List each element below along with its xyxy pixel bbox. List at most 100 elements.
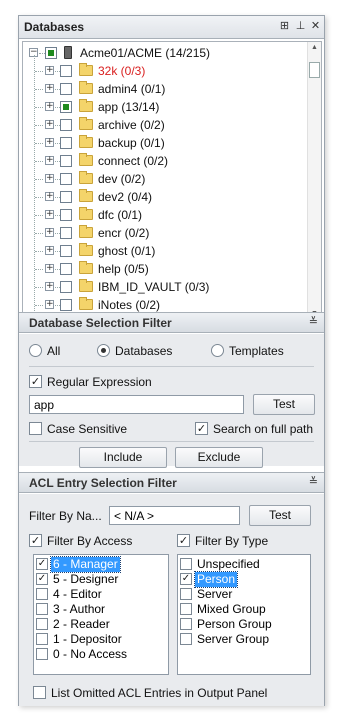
tree-item[interactable]: +32k (0/3): [23, 62, 313, 80]
access-item-checkbox[interactable]: ✓: [36, 558, 48, 570]
tree-root-label: Acme01/ACME (14/215): [80, 46, 211, 60]
float-window-icon[interactable]: ⊞: [278, 20, 291, 33]
access-item-label: 0 - No Access: [53, 647, 128, 661]
access-listbox[interactable]: ✓ 6 - Manager ✓ 5 - Designer 4 - Editor 3 - A…: [33, 554, 169, 675]
divider: [29, 441, 314, 442]
collapse-chevron-icon[interactable]: ≚: [309, 475, 318, 488]
expand-icon[interactable]: +: [45, 138, 54, 147]
expand-icon[interactable]: +: [45, 282, 54, 291]
pin-icon[interactable]: ⊥: [294, 20, 307, 33]
filter-by-access-checkbox[interactable]: ✓: [29, 534, 42, 547]
include-button[interactable]: Include: [79, 447, 167, 468]
acl-test-button[interactable]: Test: [249, 505, 311, 526]
type-item-label: Person Group: [197, 617, 272, 631]
tree-item[interactable]: + ghost (0/1): [23, 242, 313, 260]
tree-item[interactable]: + help (0/5): [23, 260, 313, 278]
expand-icon[interactable]: +: [45, 192, 54, 201]
access-item-label: 5 - Designer: [53, 572, 119, 586]
tree-item-checkbox[interactable]: [60, 101, 72, 113]
list-omitted-checkbox[interactable]: [33, 686, 46, 699]
tree-item-checkbox[interactable]: [60, 65, 72, 77]
expand-icon[interactable]: +: [45, 120, 54, 129]
regex-input[interactable]: app: [29, 395, 244, 414]
filter-by-name-input[interactable]: < N/A >: [109, 506, 240, 525]
full-path-checkbox[interactable]: ✓: [195, 422, 208, 435]
panel-titlebar: Databases ⊞ ⊥ ✕: [19, 16, 324, 39]
tree-item-checkbox[interactable]: [60, 227, 72, 239]
tree-item-checkbox[interactable]: [60, 299, 72, 311]
access-item-checkbox[interactable]: [36, 648, 48, 660]
access-item-checkbox[interactable]: [36, 588, 48, 600]
exclude-button[interactable]: Exclude: [175, 447, 263, 468]
tree-item-checkbox[interactable]: [60, 155, 72, 167]
tree-item-checkbox[interactable]: [60, 263, 72, 275]
tree-item-checkbox[interactable]: [60, 245, 72, 257]
tree-item[interactable]: + dev2 (0/4): [23, 188, 313, 206]
tree-item[interactable]: + backup (0/1): [23, 134, 313, 152]
regex-test-button[interactable]: Test: [253, 394, 315, 415]
folder-icon: [79, 243, 93, 256]
database-tree[interactable]: − Acme01/ACME (14/215) +32k (0/3) + admin4…: [22, 41, 322, 325]
tree-item[interactable]: + encr (0/2): [23, 224, 313, 242]
panel-title: Databases: [24, 20, 85, 34]
access-item-checkbox[interactable]: [36, 618, 48, 630]
expand-icon[interactable]: +: [45, 300, 54, 309]
regex-label: Regular Expression: [47, 375, 152, 389]
tree-item-label: admin4 (0/1): [98, 82, 166, 96]
tree-item[interactable]: + dev (0/2): [23, 170, 313, 188]
expand-icon[interactable]: +: [45, 228, 54, 237]
acl-filter-header[interactable]: ACL Entry Selection Filter ≚: [19, 472, 324, 493]
tree-item-checkbox[interactable]: [60, 119, 72, 131]
tree-item[interactable]: + IBM_ID_VAULT (0/3): [23, 278, 313, 296]
access-item-checkbox[interactable]: ✓: [36, 573, 48, 585]
tree-item[interactable]: + dfc (0/1): [23, 206, 313, 224]
expand-icon[interactable]: +: [45, 264, 54, 273]
tree-item[interactable]: + archive (0/2): [23, 116, 313, 134]
scroll-up-icon[interactable]: ▲: [308, 44, 321, 56]
tree-item[interactable]: + admin4 (0/1): [23, 80, 313, 98]
access-item-checkbox[interactable]: [36, 633, 48, 645]
tree-root-row[interactable]: − Acme01/ACME (14/215): [23, 44, 313, 62]
tree-item-checkbox[interactable]: [60, 173, 72, 185]
tree-item-checkbox[interactable]: [60, 83, 72, 95]
expand-icon[interactable]: +: [45, 66, 54, 75]
tree-scrollbar[interactable]: ▲ ▼: [307, 42, 321, 324]
tree-item[interactable]: + app (13/14): [23, 98, 313, 116]
radio-all[interactable]: [29, 344, 42, 357]
collapse-chevron-icon[interactable]: ≚: [309, 315, 318, 328]
type-item-checkbox[interactable]: [180, 588, 192, 600]
partial-check-indicator: [48, 50, 54, 56]
filter-by-name-label: Filter By Na...: [29, 509, 102, 523]
scroll-thumb[interactable]: [309, 62, 320, 78]
tree-item-checkbox[interactable]: [60, 209, 72, 221]
db-filter-header[interactable]: Database Selection Filter ≚: [19, 312, 324, 333]
tree-item-checkbox[interactable]: [60, 191, 72, 203]
close-icon[interactable]: ✕: [309, 20, 322, 33]
case-sensitive-label: Case Sensitive: [47, 422, 128, 436]
type-item-checkbox[interactable]: [180, 558, 192, 570]
type-item-checkbox[interactable]: ✓: [180, 573, 192, 585]
tree-item-checkbox[interactable]: [60, 281, 72, 293]
tree-item[interactable]: + connect (0/2): [23, 152, 313, 170]
tree-item-checkbox[interactable]: [60, 137, 72, 149]
expand-icon[interactable]: +: [45, 174, 54, 183]
filter-by-type-label: Filter By Type: [195, 534, 269, 548]
regex-checkbox[interactable]: ✓: [29, 375, 42, 388]
radio-databases[interactable]: [97, 344, 110, 357]
expand-icon[interactable]: +: [45, 102, 54, 111]
type-item-checkbox[interactable]: [180, 618, 192, 630]
type-listbox[interactable]: Unspecified ✓ Person Server Mixed Group Perso…: [177, 554, 311, 675]
expand-icon[interactable]: +: [45, 156, 54, 165]
list-omitted-label: List Omitted ACL Entries in Output Panel: [51, 686, 268, 700]
radio-templates[interactable]: [211, 344, 224, 357]
type-item-checkbox[interactable]: [180, 633, 192, 645]
tree-item-label: iNotes (0/2): [98, 298, 161, 312]
expand-icon[interactable]: +: [45, 246, 54, 255]
expand-icon[interactable]: +: [45, 210, 54, 219]
case-sensitive-checkbox[interactable]: [29, 422, 42, 435]
expand-icon[interactable]: +: [45, 84, 54, 93]
radio-templates-label: Templates: [229, 344, 284, 358]
type-item-checkbox[interactable]: [180, 603, 192, 615]
filter-by-type-checkbox[interactable]: ✓: [177, 534, 190, 547]
access-item-checkbox[interactable]: [36, 603, 48, 615]
